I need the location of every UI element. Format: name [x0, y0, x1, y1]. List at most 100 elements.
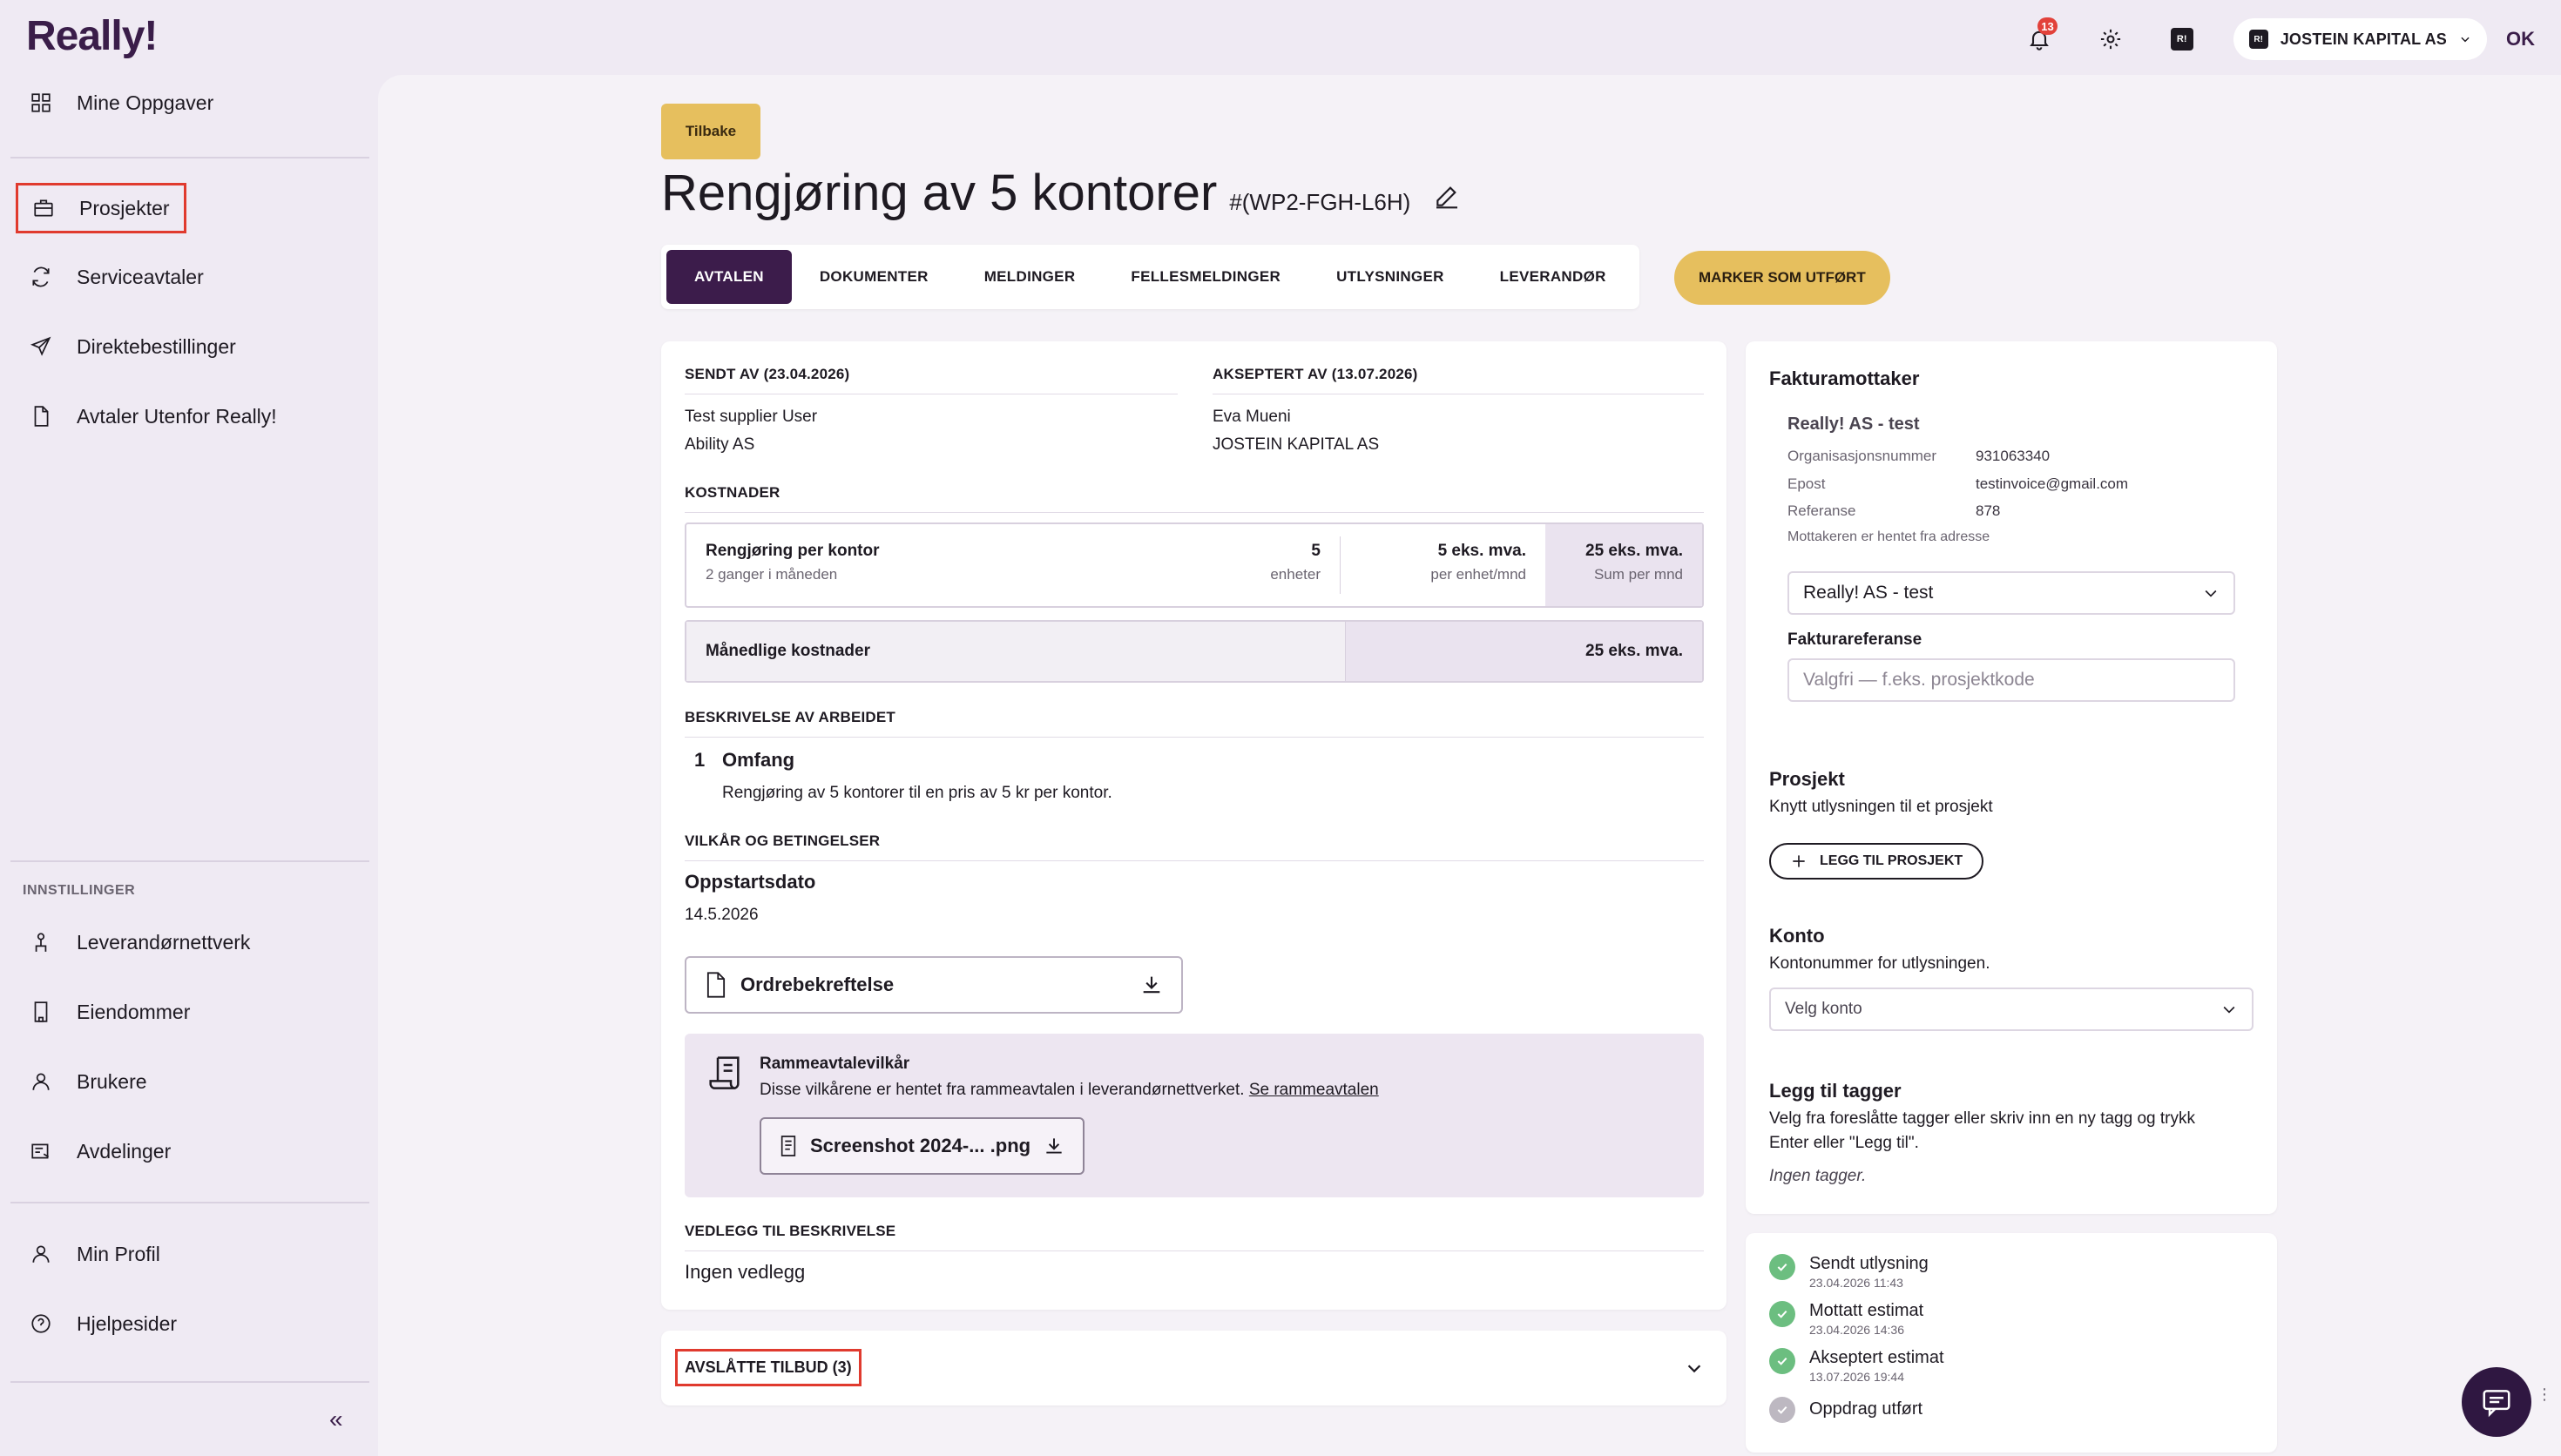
terms-heading: VILKÅR OG BETINGELSER: [685, 832, 881, 849]
plus-icon: [1793, 855, 1805, 867]
recipient-select[interactable]: Really! AS - test: [1787, 571, 2235, 615]
divider: [685, 737, 1704, 738]
check-icon: [1769, 1348, 1795, 1374]
grid-icon: [31, 93, 51, 112]
reference-label: Referanse: [1787, 502, 1856, 519]
check-icon: [1769, 1254, 1795, 1280]
timeline-step: Akseptert estimat 13.07.2026 19:44: [1769, 1348, 1944, 1384]
sidebar-item-brukere[interactable]: Brukere: [26, 1055, 151, 1108]
tab-fellesmeldinger[interactable]: FELLESMELDINGER: [1103, 250, 1308, 304]
see-framework-link[interactable]: Se rammeavtalen: [1249, 1081, 1379, 1099]
back-button[interactable]: Tilbake: [661, 104, 760, 159]
tab-meldinger[interactable]: MELDINGER: [956, 250, 1104, 304]
rejected-offers-accordion[interactable]: AVSLÅTTE TILBUD (3): [661, 1331, 1726, 1405]
user-icon: [32, 1073, 50, 1090]
sidebar-item-mine-oppgaver[interactable]: Mine Oppgaver: [26, 77, 217, 129]
account-switcher[interactable]: R! JOSTEIN KAPITAL AS: [2233, 18, 2487, 60]
app-logo[interactable]: Really!: [26, 12, 158, 60]
drag-handle-icon[interactable]: ⋮⋮: [2537, 1386, 2561, 1402]
timeline-step: Mottatt estimat 23.04.2026 14:36: [1769, 1301, 1923, 1337]
divider: [685, 860, 1704, 861]
notifications-button[interactable]: 13: [2019, 17, 2059, 59]
check-icon: [1769, 1301, 1795, 1327]
cost-item-details: Rengjøring per kontor 2 ganger i måneden…: [686, 524, 1340, 606]
account-name: JOSTEIN KAPITAL AS: [2280, 30, 2447, 48]
sum-value: 25 eks. mva.: [1585, 542, 1683, 560]
sidebar-item-prosjekter[interactable]: Prosjekter: [16, 183, 186, 233]
cost-item-name: Rengjøring per kontor: [706, 542, 880, 560]
framework-attachment-file[interactable]: Screenshot 2024-... .png: [760, 1117, 1085, 1175]
attachments-empty: Ingen vedlegg: [685, 1261, 806, 1283]
sidebar-item-serviceavtaler[interactable]: Serviceavtaler: [26, 251, 207, 303]
page-title-row: Rengjøring av 5 kontorer #(WP2-FGH-L6H): [661, 164, 1461, 222]
cost-line-item: Rengjøring per kontor 2 ganger i måneden…: [685, 522, 1704, 608]
really-app-button[interactable]: R!: [2162, 19, 2202, 59]
org-number-value: 931063340: [1976, 448, 2051, 464]
chat-button[interactable]: [2462, 1367, 2531, 1437]
account-badge-icon: R!: [2248, 30, 2268, 49]
download-icon[interactable]: [1043, 1135, 1065, 1157]
invoice-heading: Fakturamottaker: [1769, 367, 1920, 389]
order-confirmation-label: Ordrebekreftelse: [740, 974, 895, 995]
ok-button[interactable]: OK: [2506, 28, 2535, 51]
status-timeline: Sendt utlysning 23.04.2026 11:43 Mottatt …: [1746, 1233, 2277, 1453]
account-heading: Konto: [1769, 925, 1825, 947]
recipient-name: Really! AS - test: [1787, 415, 1920, 434]
sidebar-item-eiendommer[interactable]: Eiendommer: [26, 986, 193, 1038]
sidebar-item-label: Eiendommer: [77, 1000, 191, 1023]
divider: [10, 157, 369, 158]
account-subtext: Kontonummer for utlysningen.: [1769, 954, 1990, 973]
monthly-costs-label: Månedlige kostnader: [686, 622, 1345, 681]
scope-text: Rengjøring av 5 kontorer til en pris av …: [722, 784, 1112, 802]
chevron-down-icon: [2205, 590, 2217, 597]
mark-as-done-button[interactable]: MARKER SOM UTFØRT: [1674, 251, 1890, 305]
timeline-step: Oppdrag utført: [1769, 1397, 1922, 1423]
pencil-icon[interactable]: [1433, 182, 1461, 210]
start-date-label: Oppstartsdato: [685, 871, 816, 893]
sidebar-item-hjelpesider[interactable]: Hjelpesider: [26, 1298, 180, 1350]
sidebar-item-min-profil[interactable]: Min Profil: [26, 1228, 164, 1280]
invoice-reference-placeholder: Valgfri — f.eks. prosjektkode: [1803, 670, 2035, 690]
timeline-step-title: Sendt utlysning: [1809, 1254, 1929, 1273]
tab-avtalen[interactable]: AVTALEN: [666, 250, 792, 304]
sidebar-item-label: Prosjekter: [79, 196, 170, 219]
collapse-sidebar-button[interactable]: «: [329, 1405, 343, 1433]
sidebar-item-label: Serviceavtaler: [77, 265, 204, 288]
cost-item-sum: 25 eks. mva. Sum per mnd: [1545, 524, 1702, 606]
start-date-value: 14.5.2026: [685, 906, 759, 924]
sidebar-item-avdelinger[interactable]: Avdelinger: [26, 1125, 174, 1177]
cost-item-frequency: 2 ganger i måneden: [706, 566, 838, 583]
add-project-label: LEGG TIL PROSJEKT: [1820, 853, 1963, 868]
page-title: Rengjøring av 5 kontorer: [661, 165, 1218, 221]
refresh-icon: [32, 266, 50, 287]
tab-leverandor[interactable]: LEVERANDØR: [1472, 250, 1634, 304]
timeline-step-date: 23.04.2026 14:36: [1809, 1323, 1904, 1337]
departments-icon: [31, 1143, 50, 1159]
sidebar-item-label: Avtaler Utenfor Really!: [77, 404, 277, 428]
framework-terms-text: Disse vilkårene er hentet fra rammeavtal…: [760, 1081, 1245, 1099]
account-select[interactable]: Velg konto: [1769, 988, 2254, 1031]
invoice-reference-input[interactable]: Valgfri — f.eks. prosjektkode: [1787, 658, 2235, 702]
sidebar-item-direktebestillinger[interactable]: Direktebestillinger: [26, 320, 240, 373]
tab-utlysninger[interactable]: UTLYSNINGER: [1308, 250, 1472, 304]
sidebar-item-leverandornettverk[interactable]: Leverandørnettverk: [26, 916, 253, 968]
price-value: 5 eks. mva.: [1437, 542, 1526, 560]
chevron-down-icon[interactable]: [1685, 1358, 1704, 1378]
send-icon: [30, 336, 51, 356]
divider: [10, 1202, 369, 1203]
invoice-recipient-card: Fakturamottaker Really! AS - test Organi…: [1746, 341, 2277, 1214]
quantity-unit: enheter: [1270, 566, 1321, 583]
framework-terms-desc: Disse vilkårene er hentet fra rammeavtal…: [760, 1081, 1379, 1100]
divider: [685, 512, 1704, 513]
order-confirmation-file[interactable]: Ordrebekreftelse: [685, 956, 1183, 1014]
chat-icon: [2483, 1390, 2510, 1418]
settings-button[interactable]: [2091, 19, 2131, 59]
sidebar-item-avtaler-utenfor[interactable]: Avtaler Utenfor Really!: [26, 390, 280, 442]
recipient-source-note: Mottakeren er hentet fra adresse: [1787, 529, 1990, 544]
user-icon: [32, 1245, 50, 1263]
download-icon[interactable]: [1139, 973, 1164, 997]
agreement-card: SENDT AV (23.04.2026) Test supplier User…: [661, 341, 1726, 1310]
sidebar-item-label: Leverandørnettverk: [77, 930, 251, 954]
add-project-button[interactable]: LEGG TIL PROSJEKT: [1769, 843, 1984, 880]
tab-dokumenter[interactable]: DOKUMENTER: [792, 250, 956, 304]
